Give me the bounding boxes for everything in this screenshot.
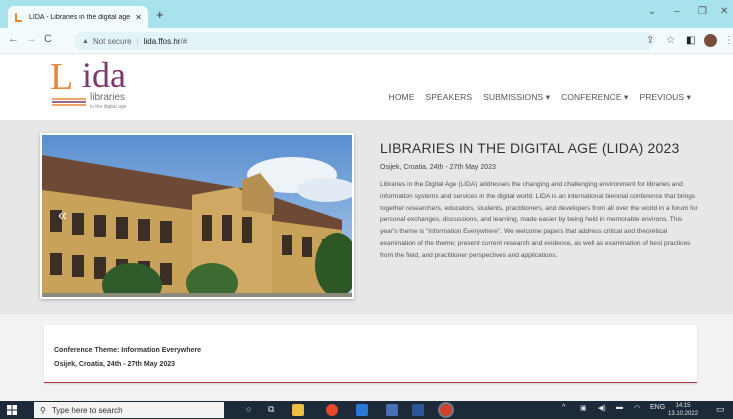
network-icon[interactable]: ▣ (580, 404, 587, 412)
lida-logo[interactable]: L ida libraries in the digital age (48, 56, 168, 116)
new-tab-button[interactable]: + (156, 8, 164, 21)
logo-wordmark: ida (82, 55, 126, 95)
volume-icon[interactable]: ◀) (598, 404, 606, 412)
hero-date: Osijek, Croatia, 24th - 27th May 2023 (380, 164, 496, 171)
theme-date: Osijek, Croatia, 24th - 27th May 2023 (54, 361, 175, 368)
tab-title: LIDA - Libraries in the digital age (29, 13, 131, 21)
warning-icon[interactable]: ▲ (82, 38, 89, 45)
logo-initial: L (50, 56, 74, 98)
clock-date: 13.10.2022 (668, 411, 699, 417)
nav-speakers[interactable]: SPEAKERS (426, 92, 473, 103)
search-icon: ⚲ (40, 405, 46, 415)
nav-previous[interactable]: PREVIOUS ▾ (639, 92, 691, 103)
logo-books-icon (52, 98, 86, 106)
sidebar-icon[interactable]: ◧ (686, 35, 695, 46)
menu-dots-icon[interactable]: ⋮ (724, 35, 733, 46)
teams-icon[interactable] (386, 404, 398, 416)
page-title: LIBRARIES IN THE DIGITAL AGE (LIDA) 2023 (380, 140, 680, 156)
site-favicon-icon (14, 12, 24, 22)
nav-conference[interactable]: CONFERENCE ▾ (561, 92, 628, 103)
content-section: Conference Theme: Information Everywhere… (0, 314, 733, 401)
language-indicator[interactable]: ENG (650, 404, 665, 411)
logo-tagline: in the digital age (90, 104, 127, 110)
browser-toolbar: ← → C ▲ Not secure | lida.ffos.hr /# ⇪ ☆… (0, 28, 733, 54)
building-photo (42, 135, 352, 297)
browser-tab-strip: LIDA - Libraries in the digital age ✕ + … (0, 0, 733, 28)
chrome-active-icon[interactable] (440, 404, 452, 416)
security-label[interactable]: Not secure (93, 37, 132, 46)
reload-icon[interactable]: C (44, 33, 52, 45)
file-explorer-icon[interactable] (292, 404, 304, 416)
tab-search-chevron-icon[interactable]: ⌄ (648, 6, 656, 17)
share-icon[interactable]: ⇪ (646, 35, 654, 46)
main-nav: HOME SPEAKERS SUBMISSIONS ▾ CONFERENCE ▾… (389, 92, 691, 103)
nav-home[interactable]: HOME (389, 92, 415, 103)
taskbar-clock[interactable]: 14:15 13.10.2022 (668, 402, 698, 418)
wifi-icon[interactable]: ◠ (634, 404, 640, 412)
carousel-prev-button[interactable]: « (58, 207, 67, 225)
hero-text: LIBRARIES IN THE DIGITAL AGE (LIDA) 2023… (380, 140, 700, 262)
address-bar[interactable]: ▲ Not secure | lida.ffos.hr /# (74, 32, 654, 50)
back-arrow-icon[interactable]: ← (8, 33, 19, 45)
chrome-icon[interactable] (326, 404, 338, 416)
tab-close-icon[interactable]: ✕ (135, 13, 142, 22)
clock-time: 14:15 (675, 403, 691, 409)
forward-arrow-icon[interactable]: → (26, 33, 37, 45)
maximize-icon[interactable]: ❐ (698, 6, 707, 17)
taskbar-search-placeholder: Type here to search (51, 405, 123, 415)
section-divider (44, 382, 697, 383)
tray-chevron-icon[interactable]: ^ (562, 404, 565, 411)
profile-avatar[interactable] (704, 34, 717, 47)
site-header: L ida libraries in the digital age HOME … (0, 54, 733, 120)
windows-start-icon[interactable] (7, 405, 17, 415)
battery-icon[interactable]: ▬ (616, 404, 623, 411)
browser-tab[interactable]: LIDA - Libraries in the digital age ✕ (8, 6, 148, 28)
url-path[interactable]: /# (180, 37, 187, 46)
outlook-icon[interactable] (356, 404, 368, 416)
taskbar-search-box[interactable]: ⚲ Type here to search (34, 402, 224, 418)
notification-icon[interactable]: ▭ (716, 404, 725, 415)
star-icon[interactable]: ☆ (666, 35, 675, 46)
logo-subtitle: libraries (90, 92, 126, 103)
task-view-icon[interactable]: ⧉ (268, 404, 274, 415)
word-icon[interactable] (412, 404, 424, 416)
hero-description: Libraries in the Digital Age (LIDA) addr… (380, 181, 698, 259)
windows-taskbar: ⚲ Type here to search ○ ⧉ ^ ▣ ◀) ▬ ◠ ENG… (0, 401, 733, 419)
omnibox-separator: | (136, 36, 139, 46)
hero-carousel-image[interactable]: « (40, 133, 354, 299)
theme-card: Conference Theme: Information Everywhere… (44, 325, 697, 383)
nav-submissions[interactable]: SUBMISSIONS ▾ (483, 92, 550, 103)
cortana-icon[interactable]: ○ (246, 404, 251, 414)
minimize-icon[interactable]: – (674, 6, 680, 17)
hero-section: « LIBRARIES IN THE DIGITAL AGE (LIDA) 20… (0, 120, 733, 314)
url-host[interactable]: lida.ffos.hr (144, 37, 181, 46)
window-close-icon[interactable]: ✕ (720, 6, 728, 17)
theme-title: Conference Theme: Information Everywhere (54, 347, 202, 354)
